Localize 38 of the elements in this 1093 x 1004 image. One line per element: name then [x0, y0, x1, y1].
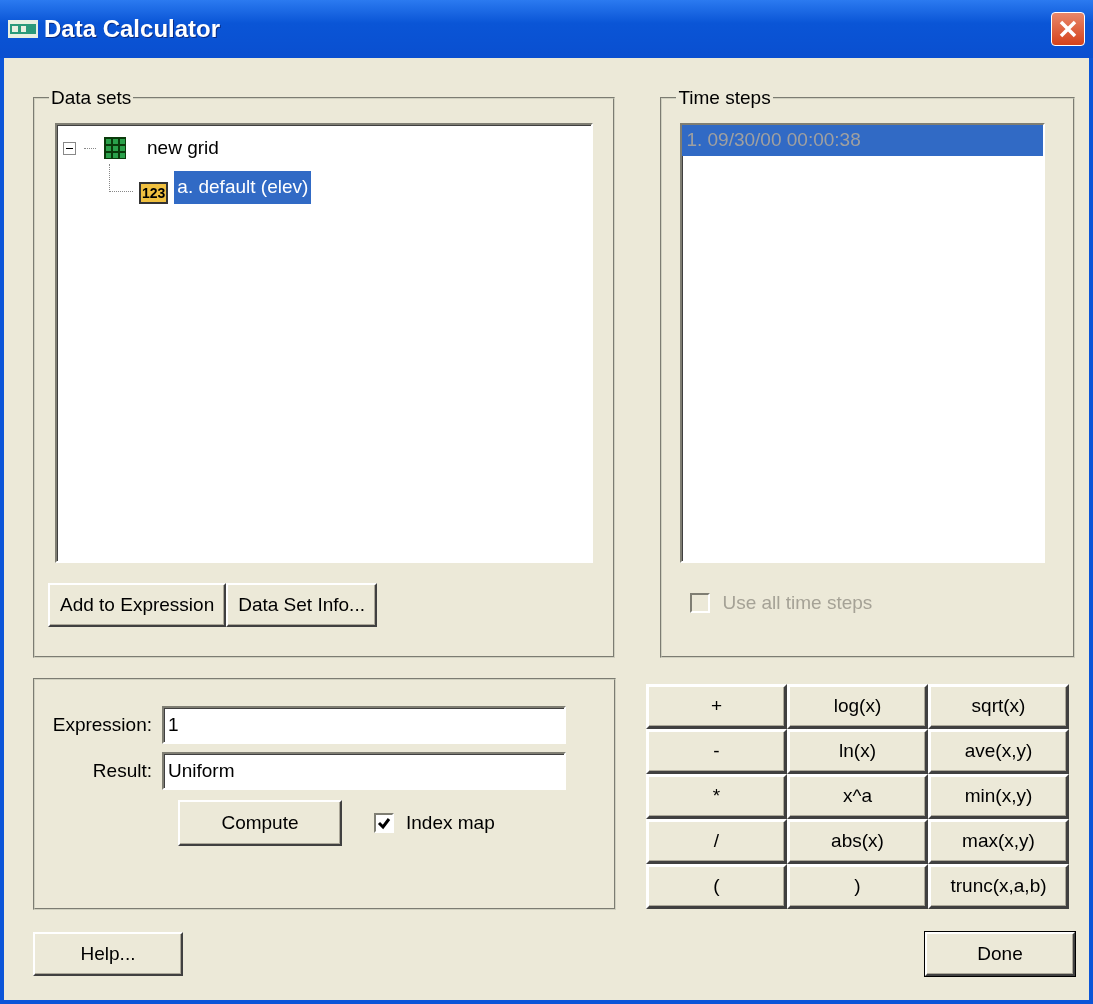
help-button[interactable]: Help...: [33, 932, 183, 976]
operator-button[interactable]: max(x,y): [928, 819, 1069, 864]
operator-button[interactable]: x^a: [787, 774, 928, 819]
expression-field[interactable]: 1: [162, 706, 566, 744]
operator-button[interactable]: -: [646, 729, 787, 774]
operator-button[interactable]: sqrt(x): [928, 684, 1069, 729]
info-button[interactable]: Data Set Info...: [226, 583, 377, 627]
tree-item[interactable]: new grid: [144, 133, 222, 164]
operator-button[interactable]: (: [646, 864, 787, 909]
operator-button[interactable]: /: [646, 819, 787, 864]
add-button[interactable]: Add to Expression: [48, 583, 227, 627]
operator-button[interactable]: *: [646, 774, 787, 819]
operator-button[interactable]: ave(x,y): [928, 729, 1069, 774]
group-label: Data sets: [50, 88, 133, 107]
operator-button[interactable]: +: [646, 684, 787, 729]
app-logo-icon: [8, 20, 38, 38]
window-title: Data Calculator: [44, 14, 221, 44]
field-label: Result:: [91, 758, 153, 783]
result-field[interactable]: Uniform: [162, 752, 566, 790]
compute-button[interactable]: Compute: [178, 800, 342, 846]
operator-button[interactable]: log(x): [787, 684, 928, 729]
number-badge-icon: 123: [139, 181, 169, 204]
operator-button[interactable]: abs(x): [787, 819, 928, 864]
operator-button[interactable]: trunc(x,a,b): [928, 864, 1069, 909]
close-icon: [1058, 19, 1078, 39]
checkbox-label: Use all time steps: [722, 591, 873, 615]
grid-icon: [104, 137, 126, 160]
operator-button[interactable]: ln(x): [787, 729, 928, 774]
collapse-icon[interactable]: [63, 141, 76, 155]
checkbox[interactable]: [374, 813, 394, 833]
field-label: Expression:: [51, 712, 153, 737]
done-button[interactable]: Done: [925, 932, 1075, 976]
group-label: Time steps: [677, 88, 772, 107]
tree-item[interactable]: a. default (elev): [174, 171, 312, 204]
close-button[interactable]: [1051, 12, 1085, 46]
checkbox-label: Index map: [406, 810, 495, 835]
operator-button[interactable]: ): [787, 864, 928, 909]
operator-button[interactable]: min(x,y): [928, 774, 1069, 819]
